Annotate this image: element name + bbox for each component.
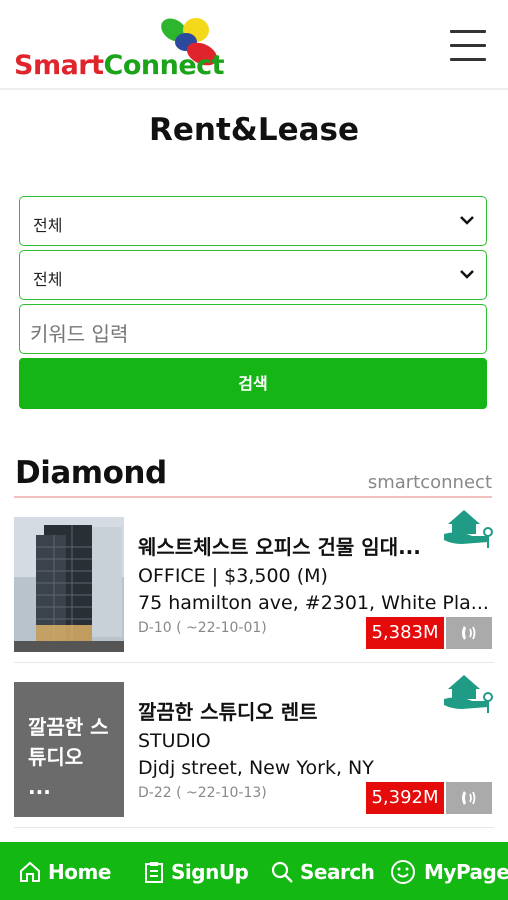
listing-type-price: OFFICE | $3,500 (M): [138, 565, 328, 587]
bottom-nav: Home SignUp Search MyPage: [0, 842, 508, 900]
listing-title[interactable]: 깔끔한 스튜디오 렌트: [138, 696, 438, 725]
listing-item[interactable]: 깔끔한 스튜디오 ... 깔끔한 스튜디오 렌트 STUDIO Djdj str…: [14, 675, 494, 822]
clipboard-icon: [145, 862, 163, 883]
section-title: Diamond: [15, 455, 167, 491]
house-key-badge-icon: [444, 510, 493, 548]
listing-title[interactable]: 웨스트체스트 오피스 건물 임대...: [138, 531, 438, 560]
hamburger-menu-icon[interactable]: [448, 28, 488, 64]
house-key-badge-icon: [444, 675, 493, 713]
phone-icon: [462, 626, 476, 640]
search-icon: [271, 861, 293, 883]
section-divider: [14, 496, 492, 498]
smiley-icon: [391, 860, 415, 884]
category-select[interactable]: 전체: [19, 196, 487, 246]
list-divider: [14, 662, 494, 663]
listing-type-price: STUDIO: [138, 730, 211, 752]
page-title: Rent&Lease: [149, 112, 359, 148]
listing-address: Djdj street, New York, NY: [138, 757, 374, 779]
list-divider: [14, 827, 494, 828]
listing-date: D-22 ( ~22-10-13): [138, 785, 267, 801]
call-button[interactable]: [446, 782, 492, 814]
keyword-input[interactable]: 키워드 입력: [19, 304, 487, 354]
chevron-down-icon: [460, 270, 474, 279]
phone-icon: [462, 791, 476, 805]
price-badge: 5,392M: [366, 782, 444, 814]
app-header: SmartConnect: [0, 0, 508, 90]
region-select[interactable]: 전체: [19, 250, 487, 300]
nav-search[interactable]: Search: [270, 842, 375, 900]
nav-signup[interactable]: SignUp: [143, 842, 249, 900]
building-photo: [14, 517, 124, 652]
listing-item[interactable]: 웨스트체스트 오피스 건물 임대... OFFICE | $3,500 (M) …: [14, 510, 494, 657]
search-button[interactable]: 검색: [19, 358, 487, 409]
nav-home[interactable]: Home: [18, 842, 111, 900]
home-icon: [20, 861, 40, 882]
listing-thumbnail[interactable]: [14, 517, 124, 652]
price-badge: 5,383M: [366, 617, 444, 649]
logo-text: SmartConnect: [14, 50, 225, 81]
listing-address: 75 hamilton ave, #2301, White Pla...: [138, 592, 489, 614]
section-brand: smartconnect: [367, 472, 492, 493]
call-button[interactable]: [446, 617, 492, 649]
chevron-down-icon: [460, 216, 474, 225]
smartconnect-logo[interactable]: SmartConnect: [14, 12, 225, 82]
listing-date: D-10 ( ~22-10-01): [138, 620, 267, 636]
listing-thumbnail[interactable]: 깔끔한 스튜디오 ...: [14, 682, 124, 817]
nav-mypage[interactable]: MyPage: [390, 842, 508, 900]
